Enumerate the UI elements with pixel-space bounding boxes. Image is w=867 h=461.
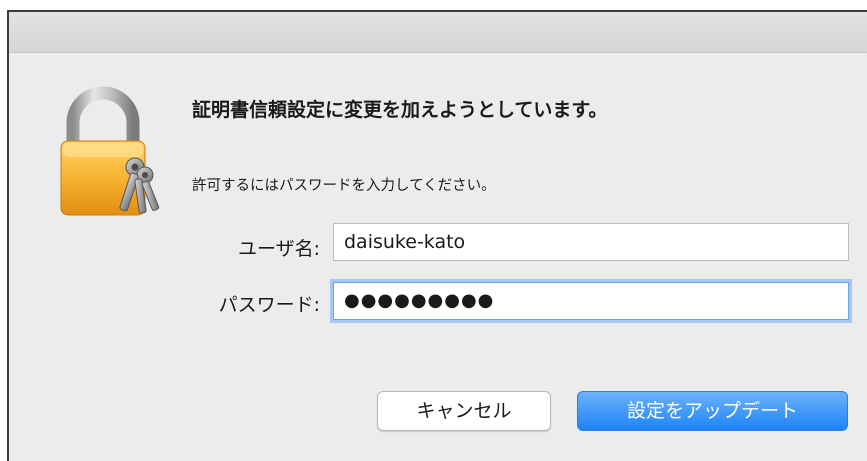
password-field[interactable]: ●●●●●●●●● <box>333 282 849 320</box>
username-field[interactable]: daisuke-kato <box>333 223 849 261</box>
lock-with-keys-icon <box>60 86 160 216</box>
update-settings-button[interactable]: 設定をアップデート <box>577 391 848 431</box>
dialog-titlebar[interactable] <box>9 12 867 53</box>
dialog-heading: 証明書信頼設定に変更を加えようとしています。 <box>192 99 608 121</box>
dialog-instructions: 許可するにはパスワードを入力してください。 <box>192 178 496 194</box>
cancel-button[interactable]: キャンセル <box>377 391 551 431</box>
username-label: ユーザ名: <box>237 238 320 260</box>
screen: 証明書信頼設定に変更を加えようとしています。 許可するにはパスワードを入力してく… <box>0 0 867 461</box>
password-label: パスワード: <box>218 294 320 316</box>
